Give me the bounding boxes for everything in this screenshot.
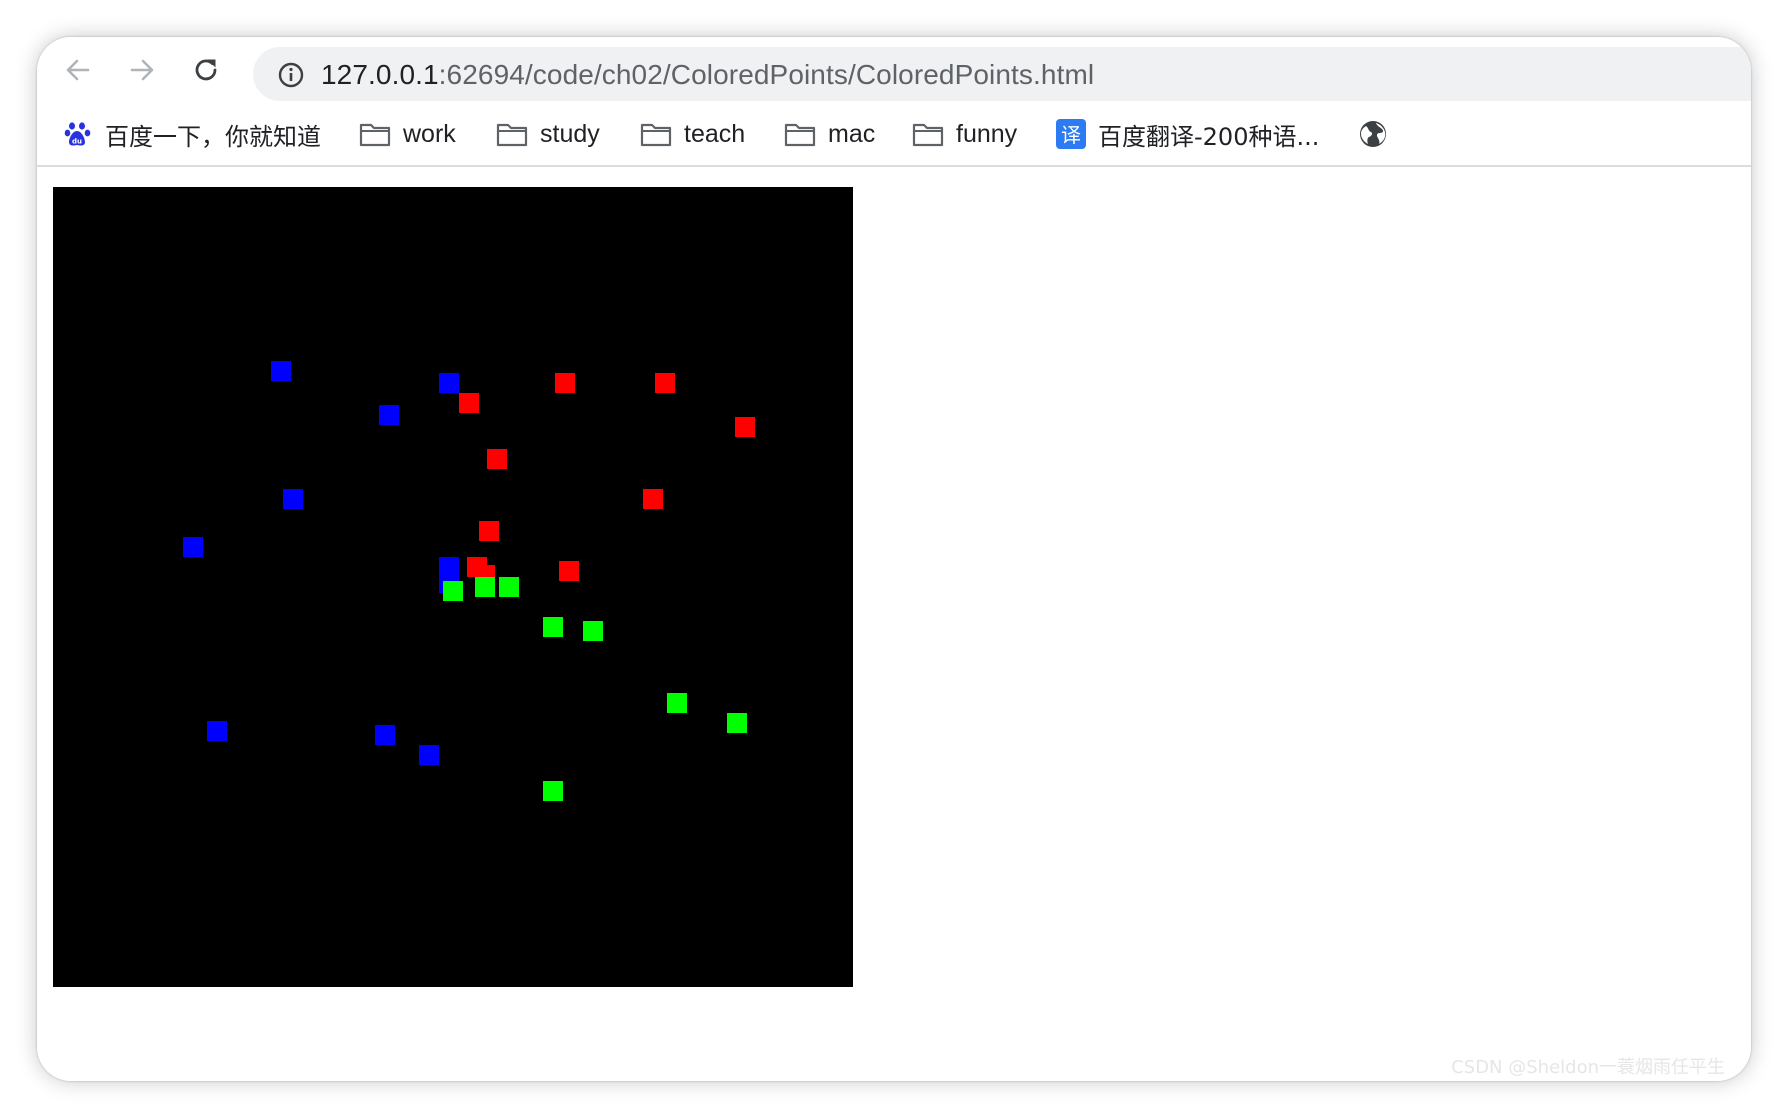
watermark-text: CSDN @Sheldon一蓑烟雨任平生 <box>1451 1057 1725 1078</box>
point-blue <box>271 361 291 381</box>
browser-toolbar: 127.0.0.1:62694/code/ch02/ColoredPoints/… <box>37 37 1751 101</box>
browser-window: 127.0.0.1:62694/code/ch02/ColoredPoints/… <box>37 37 1751 1081</box>
forward-arrow-icon <box>130 59 154 81</box>
colored-points-layer <box>183 361 755 801</box>
bookmark-label: 百度翻译-200种语... <box>1098 122 1320 151</box>
bookmark-folder-mac[interactable]: mac <box>784 116 875 152</box>
svg-text:译: 译 <box>1061 123 1081 147</box>
point-red <box>555 373 575 393</box>
folder-icon <box>784 123 816 147</box>
point-green <box>543 617 563 637</box>
bookmark-label: work <box>403 119 456 148</box>
point-green <box>667 693 687 713</box>
reload-button[interactable] <box>189 53 223 87</box>
point-green <box>727 713 747 733</box>
point-red <box>479 521 499 541</box>
webgl-canvas[interactable] <box>53 187 853 987</box>
back-arrow-icon <box>66 59 90 81</box>
svg-text:du: du <box>72 138 82 146</box>
point-green <box>543 781 563 801</box>
folder-icon <box>496 123 528 147</box>
back-button[interactable] <box>61 53 95 87</box>
globe-icon <box>1360 121 1386 147</box>
point-blue <box>207 721 227 741</box>
translate-icon: 译 <box>1056 119 1086 149</box>
bookmarks-bar: du 百度一下，你就知道 work study teach mac funny … <box>37 103 1751 167</box>
bookmark-folder-study[interactable]: study <box>496 116 600 152</box>
bookmark-folder-teach[interactable]: teach <box>640 116 745 152</box>
bookmark-folder-work[interactable]: work <box>359 116 456 152</box>
point-red <box>559 561 579 581</box>
bookmark-folder-funny[interactable]: funny <box>912 116 1017 152</box>
point-green <box>583 621 603 641</box>
url-host: 127.0.0.1 <box>321 59 439 90</box>
point-blue <box>439 373 459 393</box>
bookmark-label: study <box>540 119 600 148</box>
point-red <box>655 373 675 393</box>
url-path: :62694/code/ch02/ColoredPoints/ColoredPo… <box>438 59 1095 90</box>
url-text[interactable]: 127.0.0.1:62694/code/ch02/ColoredPoints/… <box>321 60 1094 90</box>
point-red <box>643 489 663 509</box>
reload-icon <box>195 59 217 81</box>
point-red <box>459 393 479 413</box>
bookmark-baidu-translate[interactable]: 译 百度翻译-200种语... <box>1056 116 1319 152</box>
point-blue <box>419 745 439 765</box>
point-red <box>487 449 507 469</box>
bookmark-baidu[interactable]: du 百度一下，你就知道 <box>63 116 321 152</box>
bookmark-label: 百度一下，你就知道 <box>105 122 321 151</box>
point-green <box>475 577 495 597</box>
point-blue <box>183 537 203 557</box>
page-viewport: CSDN @Sheldon一蓑烟雨任平生 <box>37 167 1751 1081</box>
bookmark-label: teach <box>684 119 746 148</box>
forward-button[interactable] <box>125 53 159 87</box>
info-circle-icon[interactable] <box>277 61 305 89</box>
baidu-paw-icon: du <box>64 122 91 146</box>
address-bar[interactable]: 127.0.0.1:62694/code/ch02/ColoredPoints/… <box>253 47 1751 101</box>
folder-icon <box>912 123 944 147</box>
point-blue <box>283 489 303 509</box>
bookmark-globe[interactable] <box>1358 116 1388 152</box>
bookmark-label: mac <box>828 119 876 148</box>
point-green <box>443 581 463 601</box>
folder-icon <box>359 123 391 147</box>
folder-icon <box>640 123 672 147</box>
point-red <box>735 417 755 437</box>
point-blue <box>379 405 399 425</box>
bookmark-label: funny <box>956 119 1018 148</box>
point-green <box>499 577 519 597</box>
point-blue <box>375 725 395 745</box>
